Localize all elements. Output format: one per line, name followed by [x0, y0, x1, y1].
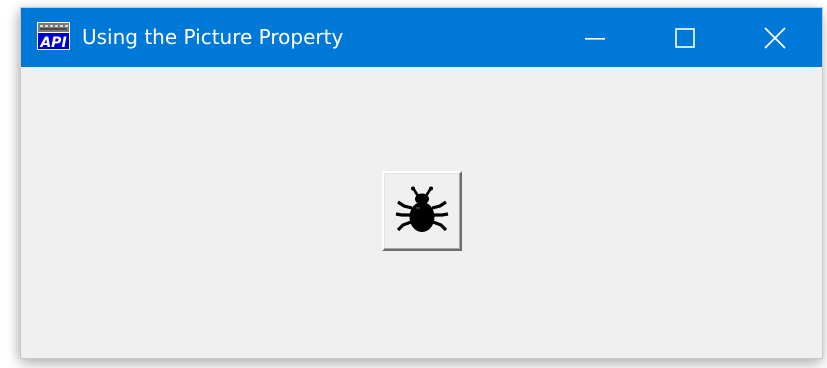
maximize-icon — [675, 27, 695, 48]
client-area — [21, 67, 822, 358]
app-icon[interactable]: API — [37, 22, 70, 51]
maximize-button[interactable] — [640, 8, 730, 67]
title-bar[interactable]: API Using the Picture Property — [21, 8, 822, 67]
window-title: Using the Picture Property — [82, 25, 344, 49]
close-button[interactable] — [730, 8, 820, 67]
close-icon — [764, 26, 786, 49]
minimize-button[interactable] — [550, 8, 640, 67]
bug-icon — [395, 186, 449, 232]
svg-text:API: API — [39, 35, 66, 50]
app-window: API Using the Picture Property — [21, 8, 822, 358]
minimize-icon — [585, 37, 605, 40]
picture-button[interactable] — [382, 171, 462, 251]
